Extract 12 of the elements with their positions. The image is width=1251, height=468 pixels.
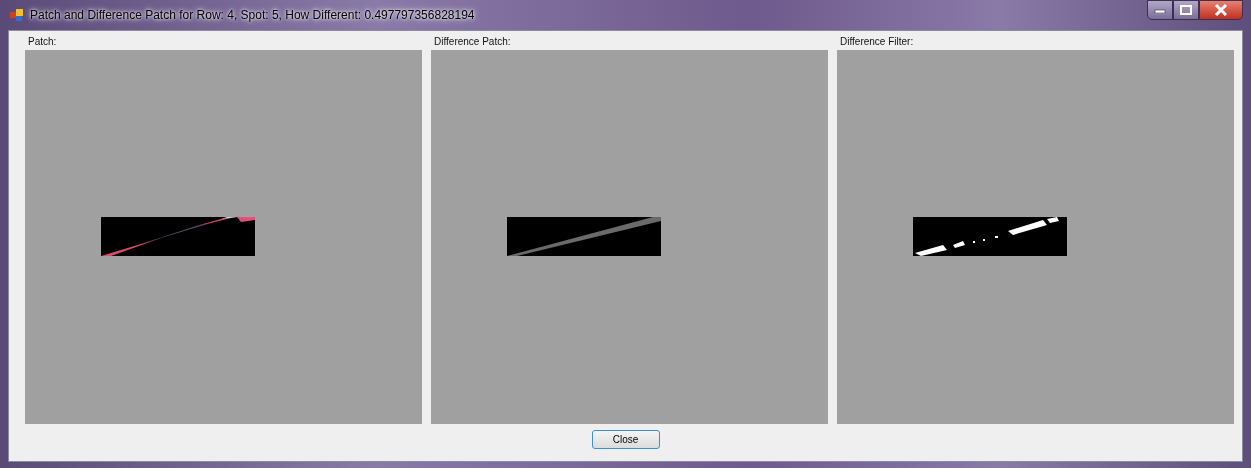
close-button[interactable] (1199, 0, 1243, 20)
close-icon (1214, 4, 1228, 16)
maximize-button[interactable] (1173, 0, 1199, 20)
minimize-button[interactable] (1147, 0, 1173, 20)
window-title: Patch and Difference Patch for Row: 4, Spot: 5, How Different: 0.497797356828194 (30, 8, 475, 22)
panel-label: Difference Filter: (839, 36, 915, 49)
close-dialog-button[interactable]: Close (591, 430, 660, 449)
panel-label: Patch: (27, 36, 58, 49)
panel-label: Difference Patch: (433, 36, 512, 49)
minimize-icon (1154, 7, 1166, 13)
app-icon (10, 8, 24, 22)
maximize-icon (1180, 5, 1192, 15)
